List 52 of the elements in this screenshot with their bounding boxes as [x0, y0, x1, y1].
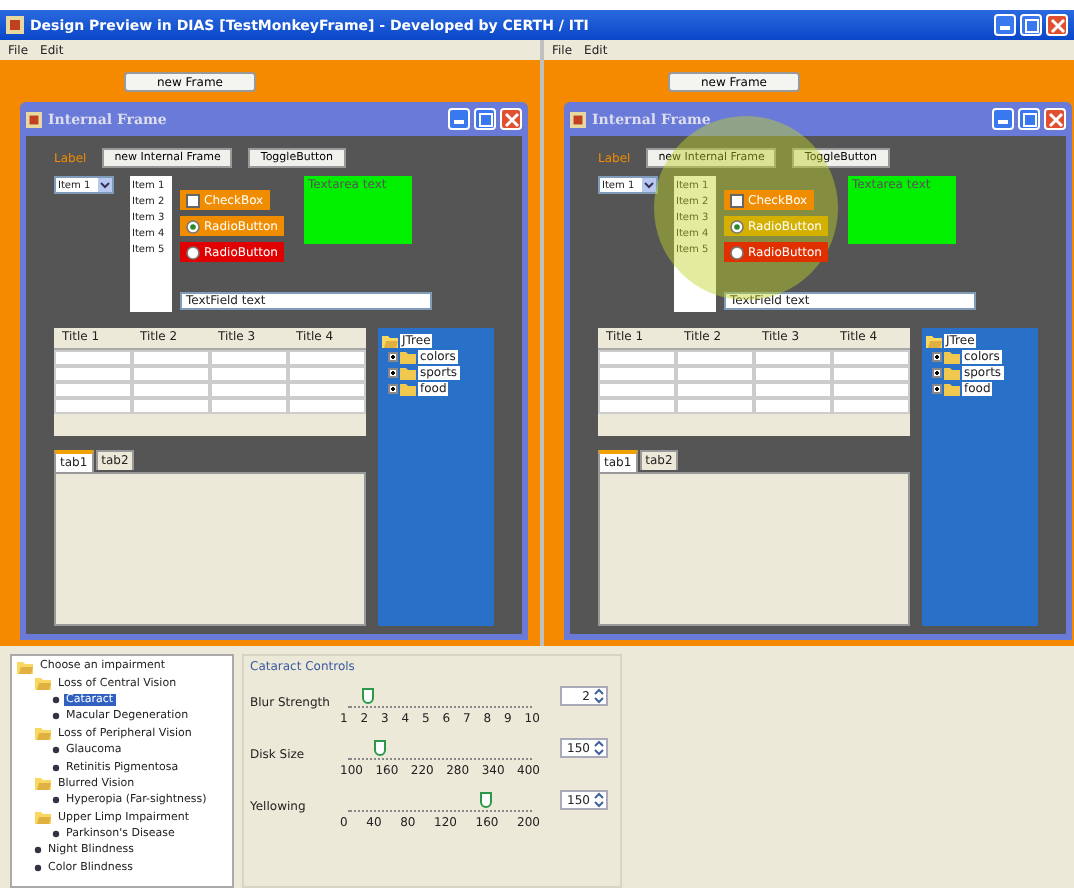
- slider-track[interactable]: [348, 738, 532, 760]
- minimize-icon: [454, 120, 464, 124]
- maximize-icon: [1021, 111, 1037, 127]
- slider-thumb[interactable]: [362, 688, 375, 704]
- expand-icon[interactable]: [932, 383, 942, 393]
- frame-icon: [570, 111, 586, 127]
- bullet-icon: [52, 695, 60, 704]
- minimize-button[interactable]: [992, 108, 1014, 130]
- expand-icon[interactable]: [388, 367, 398, 377]
- expand-icon[interactable]: [388, 383, 398, 393]
- radio-circle-icon: [730, 219, 744, 233]
- spinner-arrows-icon[interactable]: [594, 688, 604, 704]
- slider-thumb[interactable]: [480, 792, 492, 808]
- slider-track[interactable]: [348, 686, 532, 708]
- minimize-button[interactable]: [448, 108, 470, 130]
- dropdown-arrow-icon: [98, 178, 112, 192]
- close-icon: [1047, 111, 1063, 127]
- checkbox-square-icon: [186, 193, 200, 207]
- close-button[interactable]: [1044, 108, 1066, 130]
- expand-icon[interactable]: [932, 367, 942, 377]
- spinner-arrows-icon[interactable]: [594, 740, 604, 756]
- spinner-arrows-icon[interactable]: [594, 792, 604, 808]
- slider-track[interactable]: [348, 790, 532, 812]
- bullet-icon: [34, 863, 42, 872]
- bullet-icon: [34, 846, 42, 855]
- minimize-button[interactable]: [994, 14, 1016, 36]
- close-icon: [1049, 17, 1065, 33]
- radio-circle-icon: [186, 245, 200, 259]
- expand-icon[interactable]: [388, 351, 398, 361]
- maximize-button[interactable]: [1018, 108, 1040, 130]
- close-button[interactable]: [1046, 14, 1068, 36]
- slider-thumb[interactable]: [373, 740, 386, 756]
- radio-circle-icon: [730, 245, 744, 259]
- minimize-icon: [1000, 26, 1010, 30]
- app-icon: [6, 16, 24, 34]
- frame-icon: [26, 111, 42, 127]
- maximize-button[interactable]: [474, 108, 496, 130]
- expand-icon[interactable]: [932, 351, 942, 361]
- bullet-icon: [52, 830, 60, 839]
- checkbox-square-icon: [730, 193, 744, 207]
- dropdown-arrow-icon: [642, 178, 656, 192]
- maximize-icon: [1023, 17, 1039, 33]
- bullet-icon: [52, 796, 60, 805]
- bullet-icon: [52, 763, 60, 772]
- bullet-icon: [52, 712, 60, 721]
- close-icon: [503, 111, 519, 127]
- maximize-icon: [477, 111, 493, 127]
- radio-circle-icon: [186, 219, 200, 233]
- close-button[interactable]: [500, 108, 522, 130]
- maximize-button[interactable]: [1020, 14, 1042, 36]
- bullet-icon: [52, 746, 60, 755]
- minimize-icon: [998, 120, 1008, 124]
